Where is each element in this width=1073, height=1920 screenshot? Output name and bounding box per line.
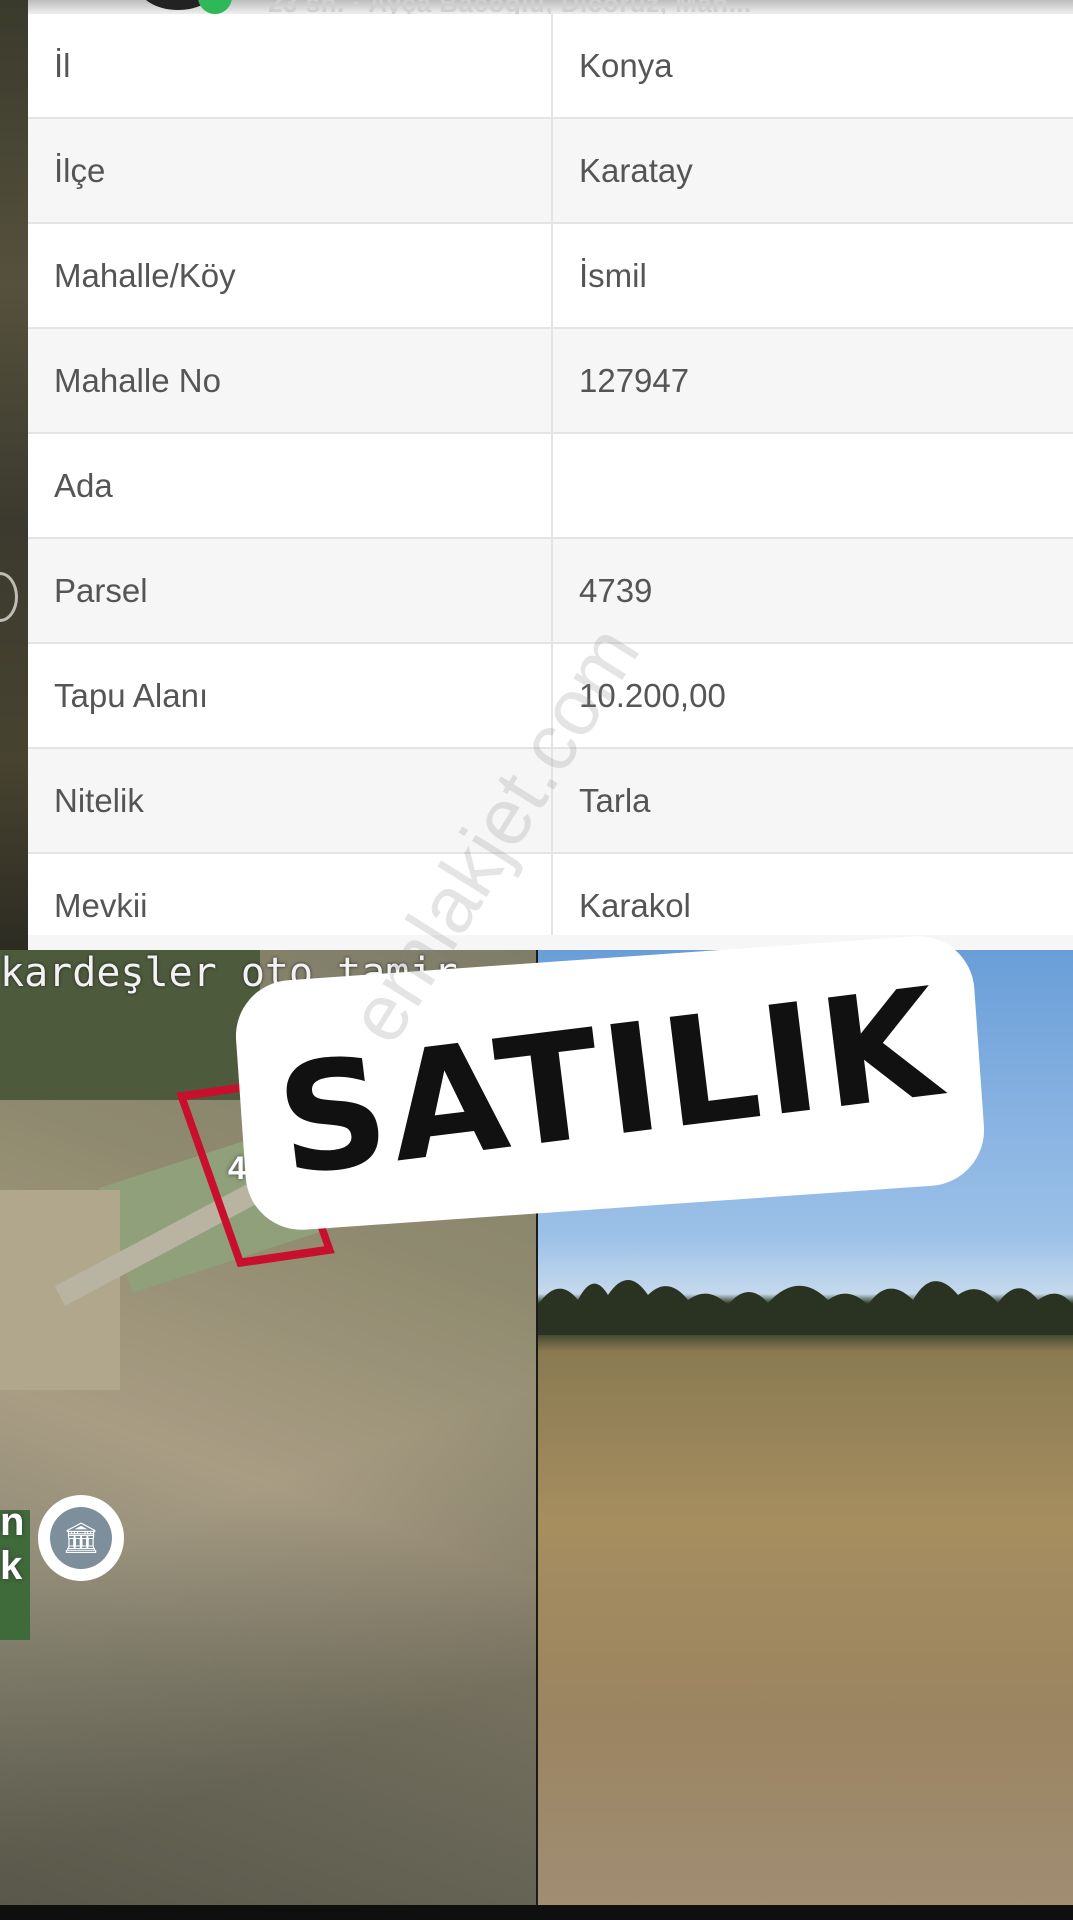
- table-row: İl Konya: [28, 14, 1073, 119]
- row-value: İsmil: [579, 256, 647, 294]
- poi-partial-text: n k: [0, 1500, 25, 1588]
- row-label: İl: [28, 14, 553, 117]
- row-value: [553, 434, 1073, 537]
- tree-line: [538, 1280, 1073, 1335]
- row-value: 4739: [579, 571, 653, 609]
- row-label: Ada: [28, 434, 553, 537]
- for-sale-banner: SATILIK: [232, 932, 988, 1234]
- row-label: İlçe: [28, 119, 553, 222]
- story-header: 23 sn. · Ayça Bacoğlu, Dicoruz, Mah...: [28, 0, 1073, 14]
- partial-circle-icon: [0, 572, 18, 622]
- map-pin[interactable]: 🏛: [38, 1495, 124, 1581]
- row-value: Karatay: [579, 151, 693, 189]
- background-map-strip: [0, 0, 28, 950]
- table-row: Ada: [28, 434, 1073, 539]
- row-label: Tapu Alanı: [28, 644, 553, 747]
- row-label: Mahalle No: [28, 329, 553, 432]
- row-value: Konya: [579, 46, 673, 84]
- bottom-bar: [0, 1905, 1073, 1920]
- row-label: Parsel: [28, 539, 553, 642]
- online-status-icon: [198, 0, 232, 14]
- table-row: Mahalle/Köy İsmil: [28, 224, 1073, 329]
- row-value: 127947: [579, 361, 690, 399]
- table-row: Mahalle No 127947: [28, 329, 1073, 434]
- row-value: Tarla: [579, 781, 651, 819]
- museum-icon: 🏛: [50, 1507, 112, 1569]
- row-label: Mahalle/Köy: [28, 224, 553, 327]
- table-row: Parsel 4739: [28, 539, 1073, 644]
- header-text: 23 sn. · Ayça Bacoğlu, Dicoruz, Mah...: [268, 0, 752, 14]
- table-row: İlçe Karatay: [28, 119, 1073, 224]
